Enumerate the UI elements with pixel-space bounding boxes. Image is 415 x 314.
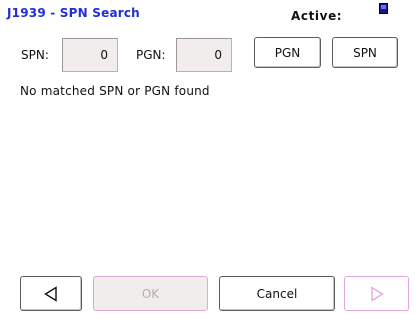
pgn-label: PGN:	[136, 48, 166, 62]
pgn-input[interactable]: 0	[176, 38, 232, 72]
spn-mode-button-label: SPN	[353, 45, 377, 60]
next-button[interactable]	[344, 276, 409, 311]
cancel-button[interactable]: Cancel	[219, 276, 335, 311]
page-title: J1939 - SPN Search	[7, 6, 140, 20]
spn-mode-button[interactable]: SPN	[332, 37, 398, 68]
result-message: No matched SPN or PGN found	[20, 84, 210, 98]
triangle-left-icon	[44, 285, 57, 302]
back-button[interactable]	[20, 276, 82, 311]
pgn-mode-button[interactable]: PGN	[254, 37, 321, 68]
battery-indicator-icon	[379, 3, 388, 14]
cancel-button-label: Cancel	[256, 286, 298, 301]
pgn-mode-button-label: PGN	[274, 45, 301, 60]
ok-button[interactable]: OK	[93, 276, 208, 311]
pgn-input-value: 0	[214, 48, 222, 62]
ok-button-label: OK	[141, 286, 160, 301]
triangle-right-icon	[370, 285, 384, 302]
spn-input[interactable]: 0	[62, 38, 118, 72]
spn-input-value: 0	[100, 48, 108, 62]
active-label: Active:	[291, 9, 343, 23]
spn-label: SPN:	[21, 48, 49, 62]
